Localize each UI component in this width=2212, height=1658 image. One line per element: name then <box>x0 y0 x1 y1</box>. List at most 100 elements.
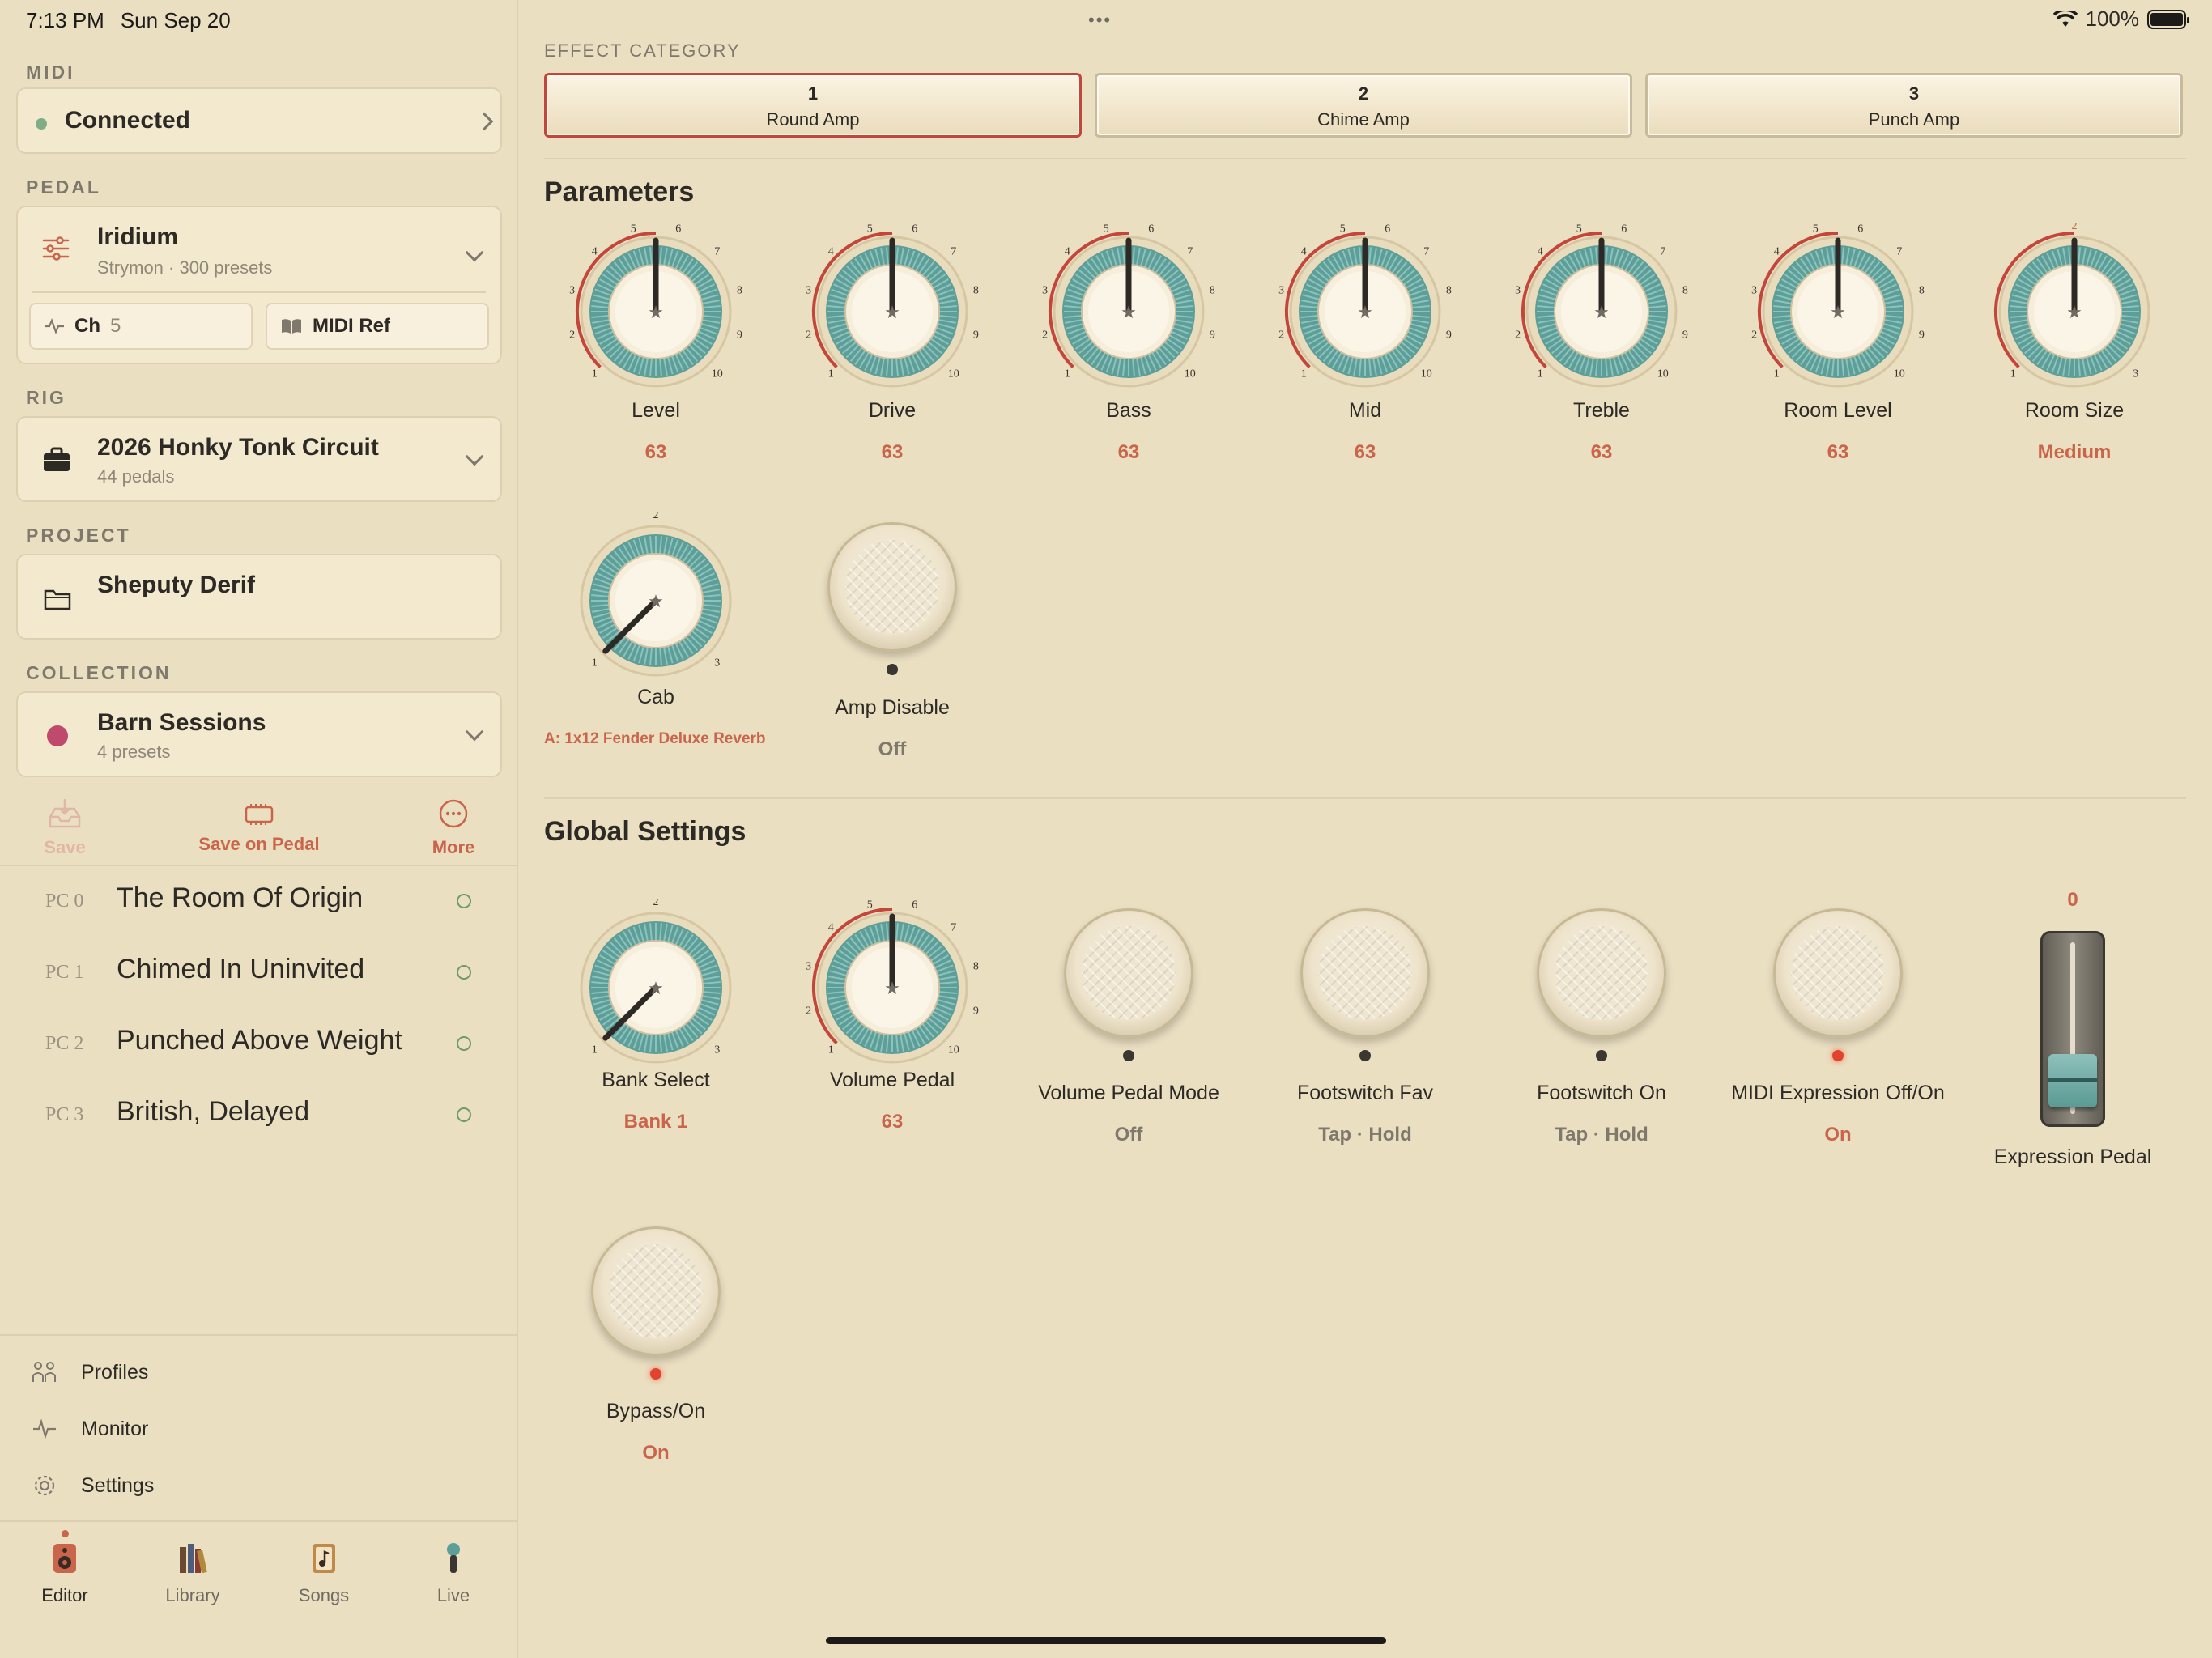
pedal-section-label: PEDAL <box>26 176 101 198</box>
chip-icon <box>245 804 274 825</box>
midi-ref-button[interactable]: MIDI Ref <box>266 303 489 350</box>
midi-channel-button[interactable]: Ch 5 <box>29 303 253 350</box>
tab-songs[interactable]: Songs <box>267 1542 381 1606</box>
svg-text:3: 3 <box>1042 284 1048 296</box>
microphone-icon <box>447 1543 460 1573</box>
tab-songs-label: Songs <box>298 1585 350 1605</box>
svg-text:3: 3 <box>714 657 720 670</box>
knob-value: 63 <box>644 441 667 463</box>
project-section-label: PROJECT <box>26 525 131 546</box>
svg-text:3: 3 <box>569 284 575 296</box>
switch-label: Footswitch Fav <box>1296 1082 1434 1104</box>
home-indicator[interactable] <box>826 1637 1386 1644</box>
switch-knob <box>1064 908 1193 1038</box>
svg-text:2: 2 <box>2072 223 2078 232</box>
svg-text:2: 2 <box>1278 329 1284 342</box>
channel-value: 5 <box>110 315 121 337</box>
preset-name: Chimed In Uninvited <box>117 954 365 984</box>
switch-label: MIDI Expression Off/On <box>1731 1082 1945 1104</box>
svg-text:4: 4 <box>1065 245 1070 257</box>
knob-label: Volume Pedal <box>829 1069 955 1091</box>
svg-text:1: 1 <box>592 1044 598 1056</box>
save-on-pedal-button[interactable]: Save on Pedal <box>178 797 340 855</box>
svg-text:10: 10 <box>1657 368 1669 380</box>
midi-connection-card[interactable]: Connected <box>16 87 502 154</box>
collection-card[interactable]: Barn Sessions 4 presets <box>16 691 502 777</box>
knob-value: 63 <box>1117 441 1140 463</box>
effect-name: Round Amp <box>766 109 860 130</box>
svg-text:8: 8 <box>973 960 979 972</box>
svg-text:10: 10 <box>1894 368 1905 380</box>
rig-card[interactable]: 2026 Honky Tonk Circuit 44 pedals <box>16 416 502 502</box>
divider <box>544 158 2186 159</box>
more-label: More <box>432 837 475 857</box>
switch-value: On <box>1824 1124 1852 1146</box>
tab-live-label: Live <box>436 1585 470 1605</box>
svg-text:1: 1 <box>1301 368 1307 380</box>
tab-editor-label: Editor <box>41 1585 88 1605</box>
monitor-link[interactable]: Monitor <box>32 1409 148 1449</box>
switch-knob <box>1300 908 1430 1038</box>
svg-text:★: ★ <box>648 591 664 611</box>
switch-value: Off <box>878 738 907 760</box>
tab-live[interactable]: Live <box>397 1542 510 1606</box>
effect-round-amp-button[interactable]: 1 Round Amp <box>544 73 1082 138</box>
save-on-pedal-label: Save on Pedal <box>198 834 320 854</box>
fader-handle[interactable] <box>2048 1054 2097 1107</box>
chevron-down-icon <box>465 243 484 262</box>
svg-text:★: ★ <box>648 978 664 998</box>
svg-text:3: 3 <box>1278 284 1284 296</box>
preset-status-icon <box>457 1107 471 1122</box>
project-card[interactable]: Sheputy Derif <box>16 554 502 640</box>
preset-status-icon <box>457 1036 471 1051</box>
switch-knob <box>1773 908 1903 1038</box>
sidebar: MIDI Connected PEDAL Iridium Strymon · 3… <box>0 0 518 1658</box>
svg-text:8: 8 <box>1919 284 1925 296</box>
svg-text:4: 4 <box>828 245 834 257</box>
svg-text:2: 2 <box>653 512 659 521</box>
save-button[interactable]: Save <box>24 797 105 858</box>
preset-row[interactable]: PC 1 Chimed In Uninvited <box>0 937 518 1009</box>
midi-section-label: MIDI <box>26 62 75 83</box>
svg-text:1: 1 <box>1538 368 1543 380</box>
status-led <box>887 664 898 675</box>
expression-pedal-fader[interactable] <box>2040 931 2105 1127</box>
svg-text:8: 8 <box>1210 284 1215 296</box>
svg-text:5: 5 <box>1340 223 1346 236</box>
knob-dial-icon: 1 2 3 ★ <box>580 899 732 1064</box>
settings-link[interactable]: Settings <box>32 1465 154 1506</box>
sliders-icon <box>42 236 70 261</box>
effect-chime-amp-button[interactable]: 2 Chime Amp <box>1095 73 1632 138</box>
collection-name: Barn Sessions <box>97 709 266 736</box>
svg-text:5: 5 <box>1104 223 1109 236</box>
effect-number: 1 <box>807 83 819 104</box>
collection-color-dot <box>47 725 68 746</box>
preset-pc: PC 0 <box>45 891 84 912</box>
knob-label: Room Level <box>1784 399 1892 422</box>
ellipsis-circle-icon <box>439 799 468 828</box>
music-note-icon <box>313 1544 335 1573</box>
switch-label: Footswitch On <box>1537 1082 1666 1104</box>
profiles-link[interactable]: Profiles <box>32 1352 148 1392</box>
svg-text:9: 9 <box>1210 329 1215 342</box>
waveform-icon <box>45 318 64 334</box>
pedal-card[interactable]: Iridium Strymon · 300 presets Ch 5 MIDI … <box>16 206 502 364</box>
tab-editor[interactable]: Editor <box>8 1542 121 1606</box>
preset-row[interactable]: PC 2 Punched Above Weight <box>0 1009 518 1080</box>
svg-text:★: ★ <box>1357 302 1373 322</box>
pedal-name: Iridium <box>97 223 179 250</box>
tab-library[interactable]: Library <box>136 1542 249 1606</box>
preset-row[interactable]: PC 0 The Room Of Origin <box>0 866 518 937</box>
preset-name: The Room Of Origin <box>117 882 364 913</box>
expression-pedal-label: Expression Pedal <box>1993 1146 2152 1168</box>
effect-punch-amp-button[interactable]: 3 Punch Amp <box>1645 73 2183 138</box>
svg-text:★: ★ <box>648 302 664 322</box>
effect-category-label: EFFECT CATEGORY <box>544 40 741 61</box>
preset-row[interactable]: PC 3 British, Delayed <box>0 1080 518 1151</box>
more-button[interactable]: More <box>413 797 494 858</box>
svg-text:8: 8 <box>737 284 742 296</box>
svg-text:1: 1 <box>1065 368 1070 380</box>
svg-text:2: 2 <box>806 329 811 342</box>
cab-detail: A: 1x12 Fender Deluxe Reverb <box>544 730 766 747</box>
multitasking-dots[interactable]: ••• <box>1088 10 1112 31</box>
